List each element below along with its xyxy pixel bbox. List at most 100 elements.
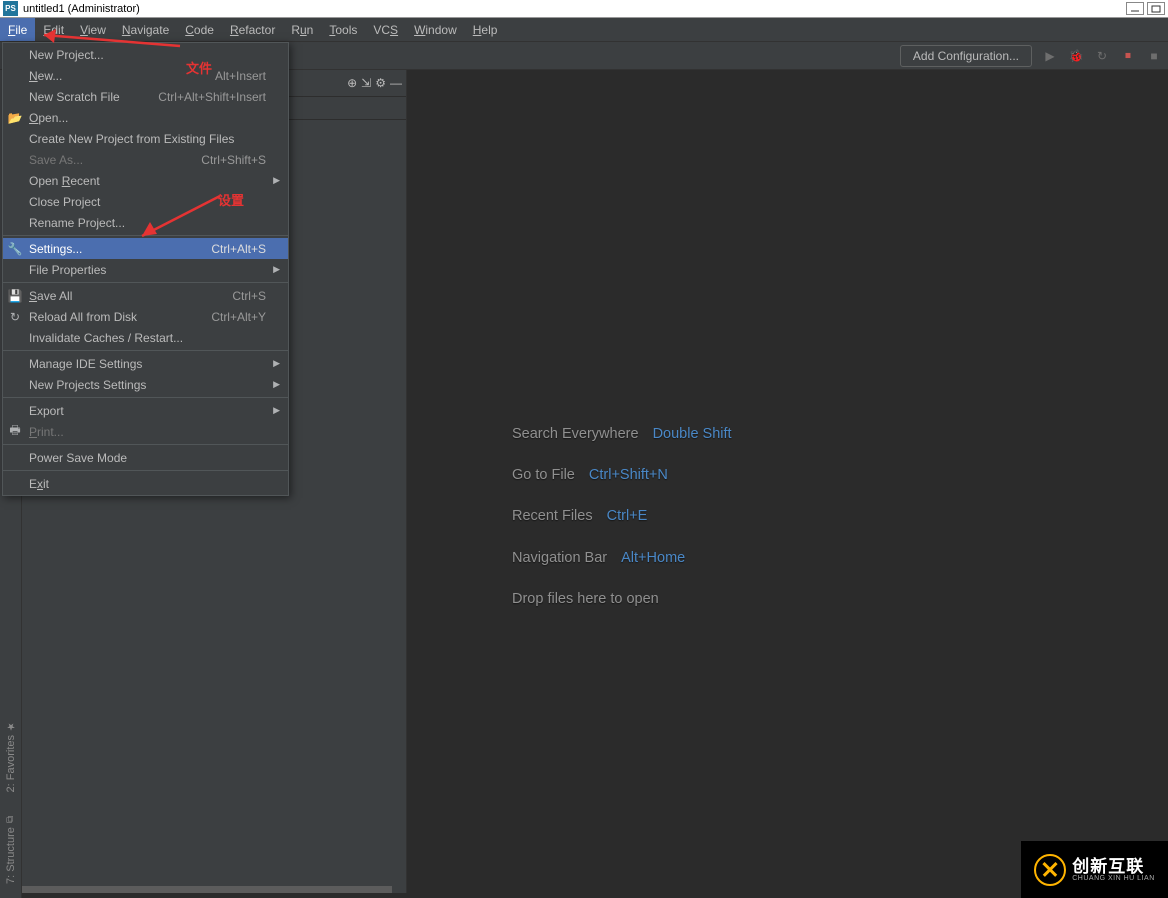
- menu-view[interactable]: View: [72, 18, 114, 41]
- menu-item-label: New...: [29, 69, 62, 83]
- menu-item-label: Close Project: [29, 195, 100, 209]
- chevron-right-icon: ▶: [273, 379, 280, 390]
- reload-icon: ↻: [8, 310, 22, 324]
- menu-help[interactable]: Help: [465, 18, 506, 41]
- run-icon[interactable]: ▶: [1042, 48, 1058, 64]
- window-title: untitled1 (Administrator): [23, 3, 1126, 15]
- structure-icon: ⧉: [5, 816, 17, 823]
- menu-tools[interactable]: Tools: [321, 18, 365, 41]
- menu-item-label: Save All: [29, 289, 72, 303]
- wrench-icon: 🔧: [8, 242, 22, 256]
- hint-navbar: Navigation Bar Alt+Home: [512, 547, 732, 570]
- menu-item-exit[interactable]: Exit: [3, 473, 288, 494]
- menu-item-label: Power Save Mode: [29, 451, 127, 465]
- menu-navigate[interactable]: Navigate: [114, 18, 177, 41]
- window-titlebar: PS untitled1 (Administrator): [0, 0, 1168, 18]
- menu-separator: [3, 397, 288, 398]
- chevron-right-icon: ▶: [273, 175, 280, 186]
- hint-drop-files: Drop files here to open: [512, 588, 732, 611]
- menu-item-new-project[interactable]: New Project...: [3, 44, 288, 65]
- coverage-icon[interactable]: ↻: [1094, 48, 1110, 64]
- add-configuration-button[interactable]: Add Configuration...: [900, 45, 1032, 67]
- menu-shortcut: Alt+Insert: [215, 69, 266, 83]
- menu-separator: [3, 470, 288, 471]
- menu-item-label: Open...: [29, 111, 68, 125]
- stop-icon[interactable]: ⏹: [1120, 48, 1136, 64]
- folder-icon: 📂: [8, 111, 22, 125]
- menu-separator: [3, 350, 288, 351]
- menu-item-open-recent[interactable]: Open Recent ▶: [3, 170, 288, 191]
- menu-item-label: Create New Project from Existing Files: [29, 132, 234, 146]
- maximize-button[interactable]: [1147, 2, 1165, 15]
- watermark-logo: 创新互联 CHUANG XIN HU LIAN: [1021, 841, 1168, 898]
- welcome-hints: Search Everywhere Double Shift Go to Fil…: [512, 423, 732, 629]
- menu-item-settings[interactable]: 🔧 Settings... Ctrl+Alt+S: [3, 238, 288, 259]
- print-icon: 🖶: [8, 425, 22, 439]
- debug-icon[interactable]: 🐞: [1068, 48, 1084, 64]
- gear-icon[interactable]: ⚙: [375, 76, 386, 90]
- menu-separator: [3, 444, 288, 445]
- watermark-icon: [1034, 854, 1066, 886]
- app-icon: PS: [3, 1, 18, 16]
- menu-item-label: Reload All from Disk: [29, 310, 137, 324]
- menu-refactor[interactable]: Refactor: [222, 18, 283, 41]
- hint-goto-file: Go to File Ctrl+Shift+N: [512, 464, 732, 487]
- menu-item-file-properties[interactable]: File Properties ▶: [3, 259, 288, 280]
- menu-item-label: New Scratch File: [29, 90, 120, 104]
- stop-all-icon[interactable]: ■: [1146, 48, 1162, 64]
- menu-item-new-projects-settings[interactable]: New Projects Settings▶: [3, 374, 288, 395]
- menu-item-label: File Properties: [29, 263, 106, 277]
- menu-code[interactable]: Code: [177, 18, 222, 41]
- star-icon: ★: [5, 720, 16, 731]
- menu-item-reload-all-from-disk[interactable]: ↻ Reload All from Disk Ctrl+Alt+Y: [3, 306, 288, 327]
- chevron-right-icon: ▶: [273, 264, 280, 275]
- watermark-text-big: 创新互联: [1072, 858, 1155, 875]
- menu-item-open[interactable]: 📂 Open...: [3, 107, 288, 128]
- hide-icon[interactable]: —: [390, 76, 402, 90]
- menu-file[interactable]: File: [0, 18, 35, 41]
- menu-item-invalidate-caches-restart[interactable]: Invalidate Caches / Restart...: [3, 327, 288, 348]
- tab-structure[interactable]: 7: Structure⧉: [5, 810, 17, 890]
- menu-item-label: Invalidate Caches / Restart...: [29, 331, 183, 345]
- menu-item-close-project[interactable]: Close Project: [3, 191, 288, 212]
- menu-vcs[interactable]: VCS: [365, 18, 406, 41]
- menu-edit[interactable]: Edit: [35, 18, 72, 41]
- expand-icon[interactable]: ⇲: [361, 76, 371, 90]
- menu-item-print: 🖶Print...: [3, 421, 288, 442]
- menu-item-create-new-project-from-existing-files[interactable]: Create New Project from Existing Files: [3, 128, 288, 149]
- menu-item-label: Open Recent: [29, 174, 100, 188]
- menu-window[interactable]: Window: [406, 18, 465, 41]
- hint-recent-files: Recent Files Ctrl+E: [512, 505, 732, 528]
- hint-search-everywhere: Search Everywhere Double Shift: [512, 423, 732, 446]
- window-buttons: [1126, 2, 1165, 15]
- watermark-text-small: CHUANG XIN HU LIAN: [1072, 875, 1155, 882]
- menu-shortcut: Ctrl+Alt+Y: [211, 310, 266, 324]
- minimize-button[interactable]: [1126, 2, 1144, 15]
- menu-item-new[interactable]: New... Alt+Insert: [3, 65, 288, 86]
- tab-favorites[interactable]: 2: Favorites★: [5, 714, 17, 798]
- menu-shortcut: Ctrl+S: [232, 289, 266, 303]
- menu-item-power-save-mode[interactable]: Power Save Mode: [3, 447, 288, 468]
- chevron-right-icon: ▶: [273, 405, 280, 416]
- menu-item-manage-ide-settings[interactable]: Manage IDE Settings▶: [3, 353, 288, 374]
- menu-item-rename-project[interactable]: Rename Project...: [3, 212, 288, 233]
- menu-separator: [3, 282, 288, 283]
- menu-item-label: Export: [29, 404, 64, 418]
- menu-shortcut: Ctrl+Alt+S: [211, 242, 266, 256]
- menu-item-save-all[interactable]: 💾 Save All Ctrl+S: [3, 285, 288, 306]
- menu-item-save-as: Save As...Ctrl+Shift+S: [3, 149, 288, 170]
- menu-item-label: Save As...: [29, 153, 83, 167]
- menu-item-label: Exit: [29, 477, 49, 491]
- menu-shortcut: Ctrl+Alt+Shift+Insert: [158, 90, 266, 104]
- menu-item-export[interactable]: Export ▶: [3, 400, 288, 421]
- menu-item-label: Settings...: [29, 242, 82, 256]
- menu-run[interactable]: Run: [283, 18, 321, 41]
- save-icon: 💾: [8, 289, 22, 303]
- menu-item-label: Manage IDE Settings: [29, 357, 142, 371]
- menu-item-new-scratch-file[interactable]: New Scratch File Ctrl+Alt+Shift+Insert: [3, 86, 288, 107]
- horizontal-scrollbar[interactable]: [22, 886, 392, 893]
- locate-icon[interactable]: ⊕: [347, 76, 357, 90]
- menu-item-label: Rename Project...: [29, 216, 125, 230]
- menubar: File Edit View Navigate Code Refactor Ru…: [0, 18, 1168, 42]
- menu-separator: [3, 235, 288, 236]
